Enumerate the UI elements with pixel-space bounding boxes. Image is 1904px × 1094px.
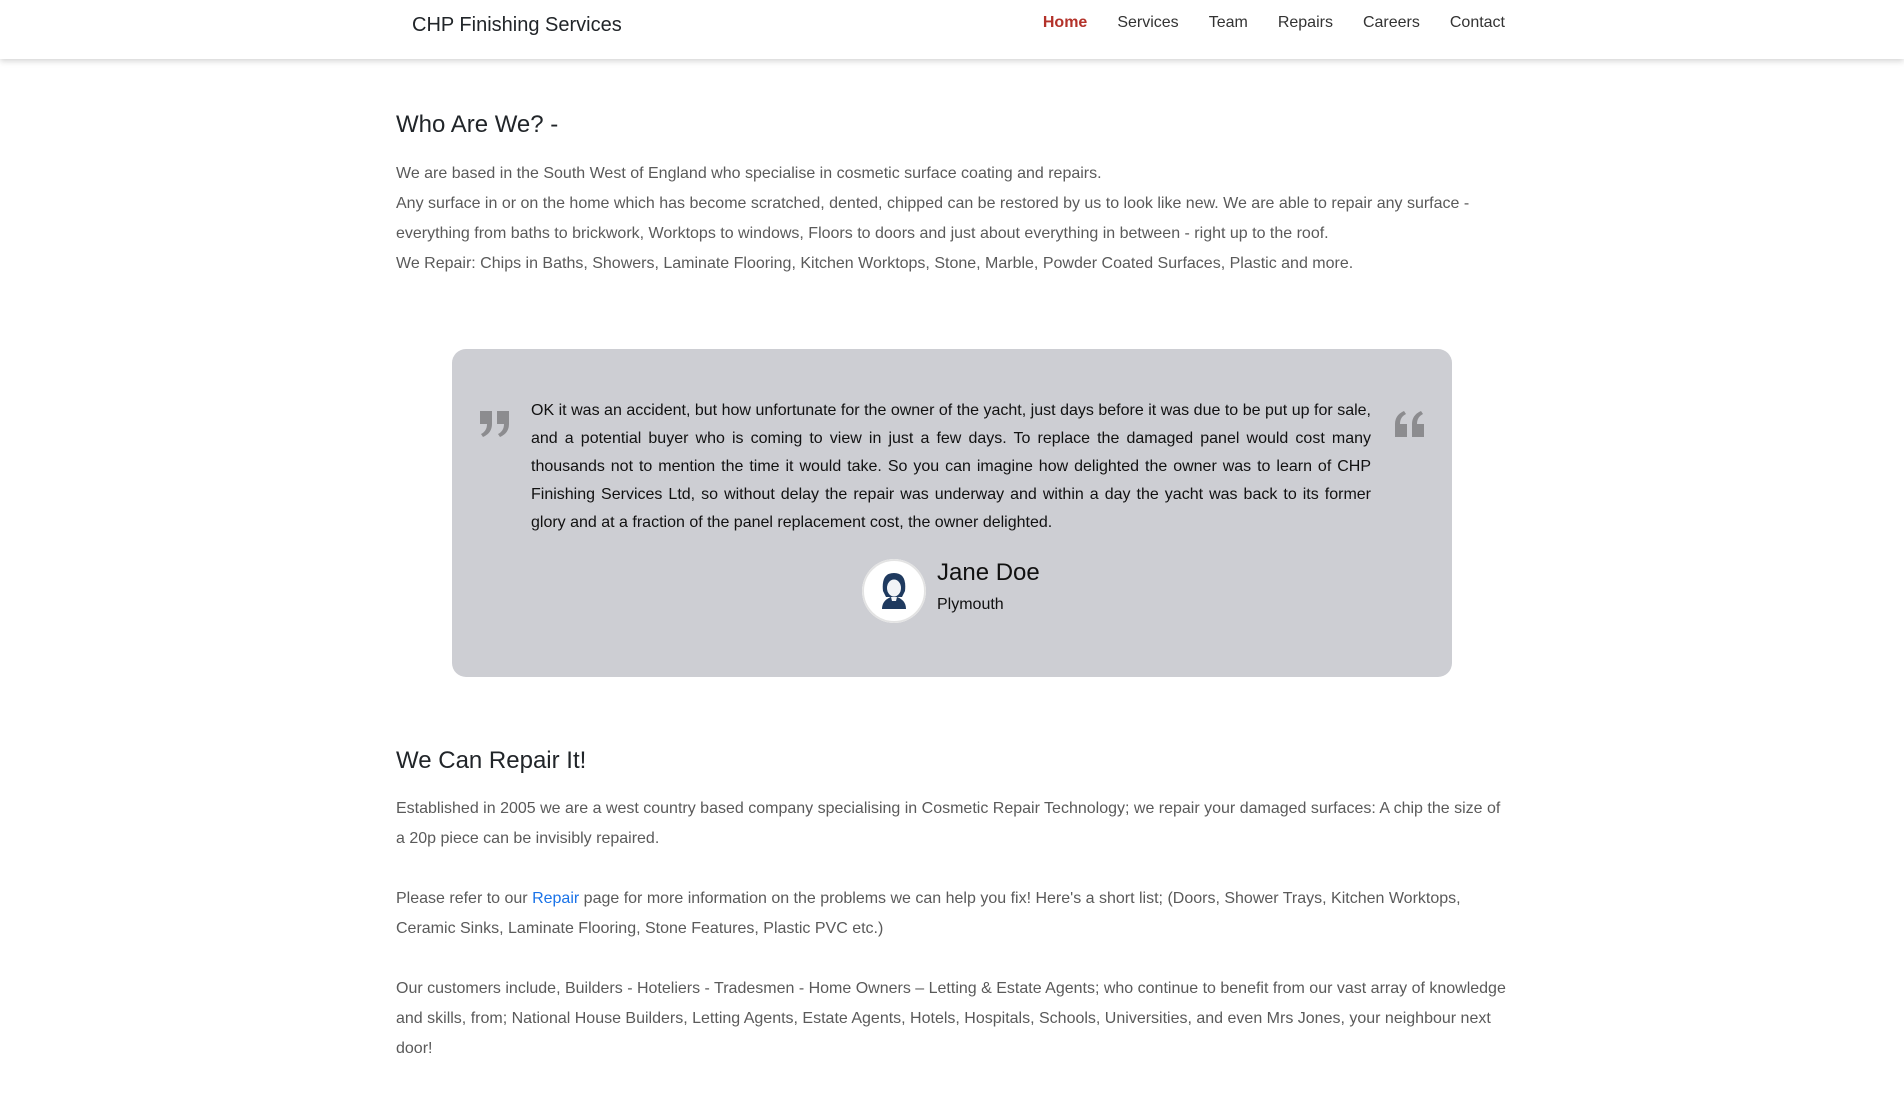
repair-paragraph-1: Established in 2005 we are a west countr…: [396, 800, 1501, 847]
nav-link-repairs[interactable]: Repairs: [1263, 12, 1348, 34]
nav-links: Home Services Team Repairs Careers Conta…: [1040, 12, 1520, 34]
brand-logo-link[interactable]: CHP Finishing Services: [412, 14, 622, 37]
nav-link-careers[interactable]: Careers: [1348, 12, 1435, 34]
nav-link-services[interactable]: Services: [1102, 12, 1193, 34]
navbar: CHP Finishing Services Home Services Tea…: [0, 0, 1904, 59]
who-line-2: Any surface in or on the home which has …: [396, 195, 1470, 242]
repair-p2-before: Please refer to our: [396, 890, 533, 907]
testimonial-author: Jane Doe Plymouth: [862, 559, 1162, 629]
quote-open-icon: [1392, 407, 1426, 441]
who-line-3: We Repair: Chips in Baths, Showers, Lami…: [396, 255, 1354, 272]
woman-avatar-icon: [862, 559, 926, 623]
repair-page-link[interactable]: Repair: [532, 890, 579, 907]
who-are-we-heading: Who Are We? -: [396, 111, 559, 138]
who-line-1: We are based in the South West of Englan…: [396, 165, 1102, 182]
repair-body: Established in 2005 we are a west countr…: [396, 794, 1508, 1094]
repair-paragraph-2: Please refer to our Repair page for more…: [396, 884, 1508, 944]
nav-link-home[interactable]: Home: [1028, 12, 1102, 34]
nav-link-team[interactable]: Team: [1194, 12, 1263, 34]
author-city: Plymouth: [937, 596, 1004, 613]
quote-close-icon: [478, 407, 512, 441]
who-are-we-body: We are based in the South West of Englan…: [396, 159, 1508, 279]
testimonial-text: OK it was an accident, but how unfortuna…: [531, 402, 1371, 531]
nav-link-contact[interactable]: Contact: [1435, 12, 1520, 34]
author-name: Jane Doe: [937, 559, 1040, 586]
we-can-repair-heading: We Can Repair It!: [396, 747, 587, 774]
testimonial-card: OK it was an accident, but how unfortuna…: [452, 349, 1452, 677]
repair-paragraph-3: Our customers include, Builders - Hoteli…: [396, 980, 1506, 1057]
